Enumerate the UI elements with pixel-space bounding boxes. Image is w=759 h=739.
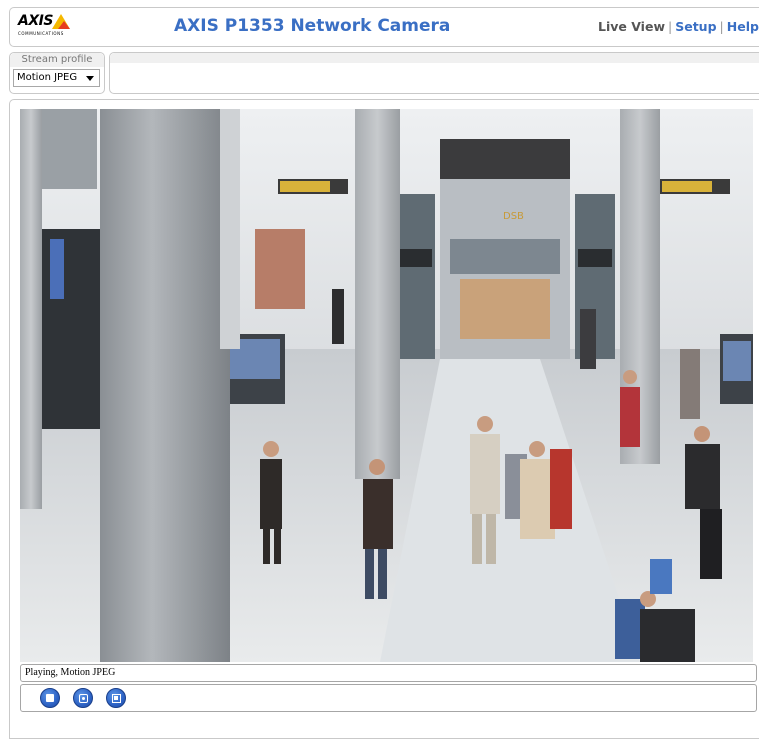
svg-text:DSB: DSB	[503, 211, 524, 222]
toolbar-strip	[110, 53, 759, 63]
video-stream[interactable]: DSB	[20, 109, 753, 662]
nav-setup[interactable]: Setup	[675, 19, 716, 34]
dropdown-arrow-icon	[86, 76, 94, 81]
nav-help[interactable]: Help	[727, 19, 759, 34]
stream-profile-select[interactable]: Motion JPEG	[13, 69, 100, 87]
snapshot-icon	[79, 694, 88, 703]
video-frame-image: DSB	[20, 109, 753, 662]
video-controls	[20, 684, 757, 712]
page-title: AXIS P1353 Network Camera	[174, 16, 451, 36]
logo-subtext: COMMUNICATIONS	[18, 31, 64, 36]
stream-profile-label: Stream profile	[10, 53, 104, 67]
logo-triangle-accent-icon	[58, 21, 70, 29]
header-bar: AXIS COMMUNICATIONS AXIS P1353 Network C…	[9, 7, 759, 47]
top-navigation: Live View | Setup | Help	[598, 19, 759, 34]
axis-logo[interactable]: AXIS COMMUNICATIONS	[18, 13, 78, 41]
viewer-toolbar	[109, 52, 759, 94]
nav-separator: |	[668, 19, 673, 34]
nav-separator: |	[719, 19, 724, 34]
snapshot-button[interactable]	[73, 688, 93, 708]
stop-button[interactable]	[40, 688, 60, 708]
fullscreen-button[interactable]	[106, 688, 126, 708]
stream-profile-value: Motion JPEG	[17, 72, 78, 83]
fullscreen-icon	[112, 694, 121, 703]
nav-live-view[interactable]: Live View	[598, 19, 665, 34]
playback-status: Playing, Motion JPEG	[20, 664, 757, 682]
logo-text: AXIS	[18, 13, 53, 29]
stream-profile-panel: Stream profile Motion JPEG	[9, 52, 105, 94]
stop-icon	[46, 694, 54, 702]
